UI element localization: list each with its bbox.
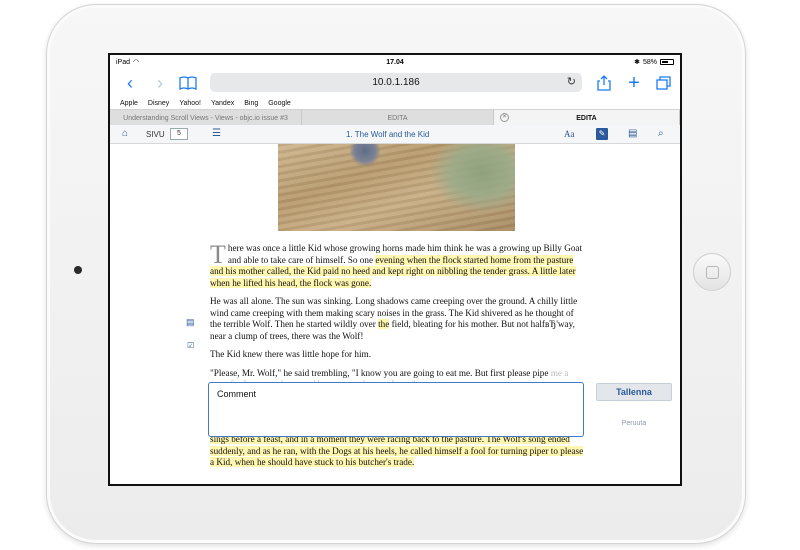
tab-label: EDITA [576,114,597,122]
note-icon[interactable]: ▤ [186,317,195,328]
address-bar[interactable]: 10.0.1.186 ↻ [210,73,582,92]
battery-percent: 58% [642,58,657,66]
status-time: 17.04 [386,58,404,66]
chevron-left-icon: ‹ [127,72,133,93]
cancel-button[interactable]: Peruuta [596,417,672,431]
home-button[interactable] [693,253,731,291]
text: "Please, Mr. Wolf," he said trembling, "… [210,367,549,378]
share-button[interactable] [592,69,616,97]
story-text-lower: sings before a feast, and in a moment th… [210,434,584,469]
story-illustration [278,144,515,231]
wifi-icon: ◠ [133,59,140,66]
paragraph: He was all alone. The sun was sinking. L… [210,296,584,342]
forward-button[interactable]: › [148,69,172,97]
highlighted-text[interactable]: the [378,319,390,329]
story-text: There was once a little Kid whose growin… [210,240,584,398]
paragraph: The Kid knew there was little hope for h… [210,349,371,359]
comment-placeholder: Comment [217,389,257,399]
bookmark-link[interactable]: Apple [120,100,138,107]
browser-toolbar: ‹ › 10.0.1.186 ↻ + [110,69,680,97]
tab-label: Understanding Scroll Views - Views - obj… [123,114,288,122]
bookmark-link[interactable]: Yandex [211,100,234,107]
reader-toolbar: ⌂ SIVU 5 ☰ 1. The Wolf and the Kid Aa ✎ … [110,125,680,144]
bookmarks-bar: Apple Disney Yahoo! Yandex Bing Google [110,97,680,109]
bookmark-link[interactable]: Yahoo! [179,100,201,107]
checkmark-icon[interactable]: ☑ [187,341,194,350]
tab-strip: Understanding Scroll Views - Views - obj… [110,109,680,126]
home-icon[interactable]: ⌂ [122,128,128,139]
comment-input[interactable]: Comment [208,382,584,437]
bookmarks-button[interactable] [176,69,200,97]
bookmark-link[interactable]: Bing [244,100,258,107]
notes-icon[interactable]: ▤ [628,128,637,139]
font-size-button[interactable]: Aa [564,129,575,139]
book-icon [179,76,197,90]
plus-icon: + [628,71,640,94]
screen: iPad ◠ 17.04 ✱ 58% ‹ › 10.0.1.186 ↻ + Ap… [108,53,682,486]
tab-label: EDITA [387,114,408,122]
share-icon [597,75,611,91]
url-text: 10.0.1.186 [372,77,420,88]
page-number-input[interactable]: 5 [170,128,188,140]
chapter-title[interactable]: 1. The Wolf and the Kid [346,130,429,139]
back-button[interactable]: ‹ [118,69,142,97]
tabs-button[interactable] [651,69,675,97]
device-label: iPad [116,58,131,66]
search-icon[interactable]: ⌕ [658,128,664,139]
status-bar: iPad ◠ 17.04 ✱ 58% [110,55,680,69]
tab-edita-2[interactable]: × EDITA [494,110,680,126]
bookmark-link[interactable]: Google [268,100,291,107]
reload-icon[interactable]: ↻ [567,75,576,88]
save-button[interactable]: Tallenna [596,383,672,401]
bluetooth-icon: ✱ [634,59,640,66]
contents-icon[interactable]: ☰ [212,128,221,139]
front-camera [74,266,82,274]
battery-icon [660,59,674,65]
paragraph: There was once a little Kid whose growin… [210,240,584,289]
tab-edita-1[interactable]: EDITA [302,110,494,126]
tabs-icon [655,76,671,90]
page-label: SIVU [146,130,165,139]
bookmark-link[interactable]: Disney [148,100,169,107]
drop-cap: T [210,240,226,269]
tab-objc[interactable]: Understanding Scroll Views - Views - obj… [110,110,302,126]
new-tab-button[interactable]: + [622,69,646,97]
chevron-right-icon: › [157,72,163,93]
highlighted-text[interactable]: sings before a feast, and in a moment th… [210,434,584,467]
close-icon[interactable]: × [500,113,509,122]
pen-icon[interactable]: ✎ [596,128,608,140]
